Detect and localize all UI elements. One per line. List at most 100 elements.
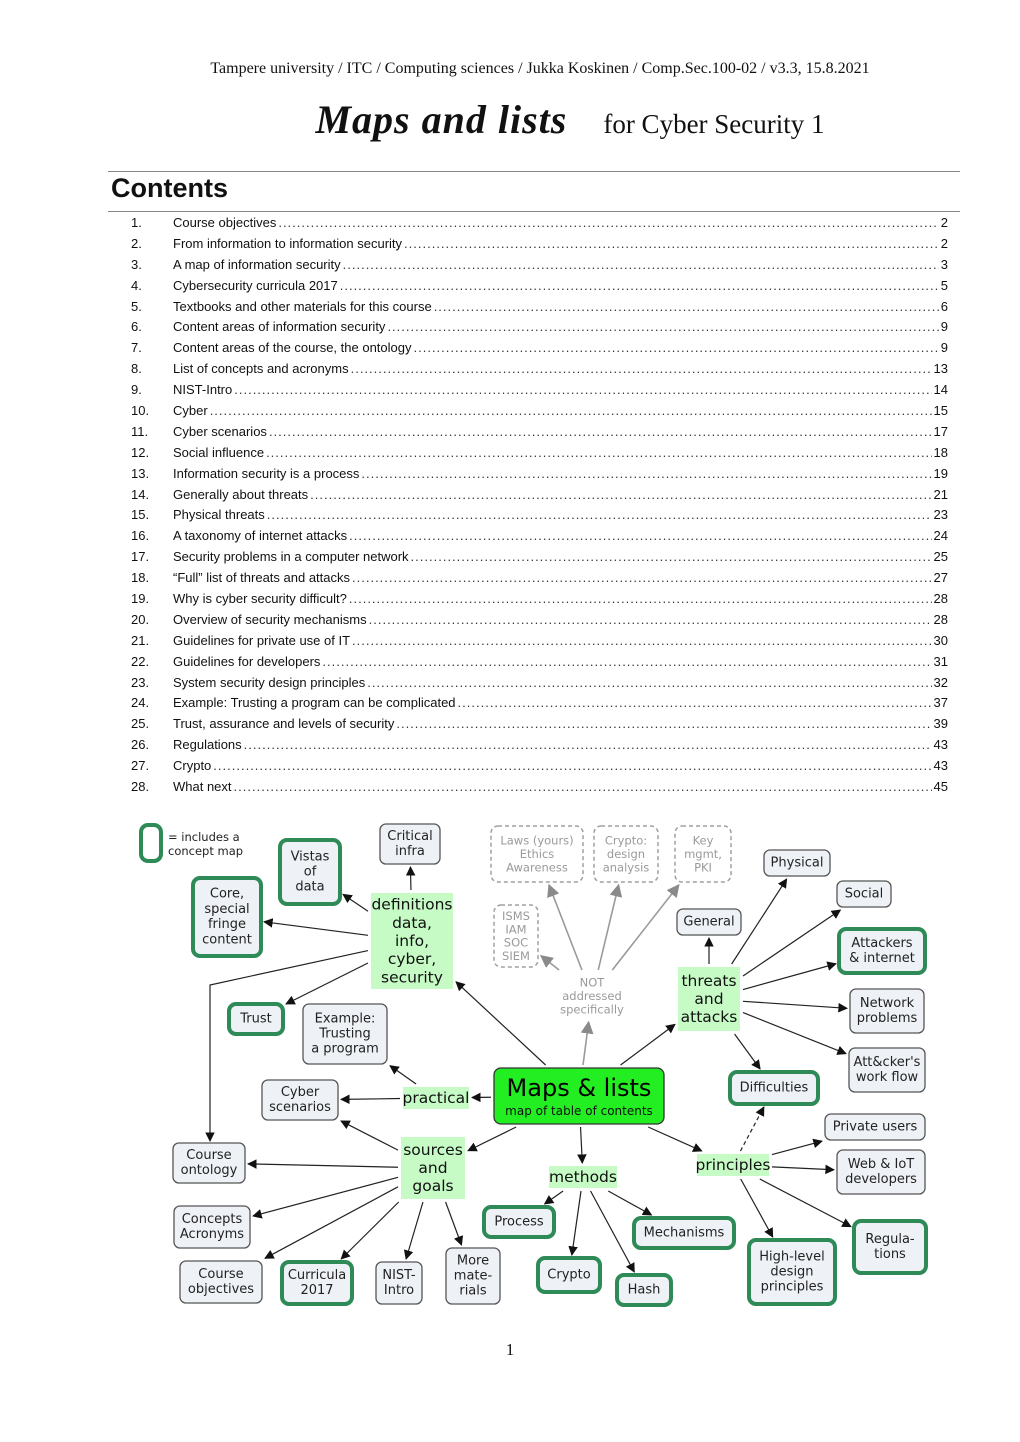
title-subtitle: for Cyber Security 1 <box>603 109 825 139</box>
category-definitions-label: security <box>381 968 443 986</box>
toc-entry[interactable]: 18. “Full” list of threats and attacks 27 <box>131 568 948 589</box>
toc-entry[interactable]: 24. Example: Trusting a program can be co… <box>131 693 948 714</box>
map-node-ontology[interactable]: Courseontology <box>172 1142 246 1184</box>
map-node-mechanisms[interactable]: Mechanisms <box>632 1216 736 1250</box>
toc-entry-page: 5 <box>940 277 948 293</box>
category-threats[interactable]: threatsandattacks <box>678 967 740 1031</box>
toc-entry-page: 18 <box>933 444 948 460</box>
toc-entry[interactable]: 14. Generally about threats 21 <box>131 485 948 506</box>
map-node-cryptoda[interactable]: Crypto:designanalysis <box>593 825 659 883</box>
toc-leader-dots <box>361 464 931 485</box>
toc-entry[interactable]: 19. Why is cyber security difficult? 28 <box>131 589 948 610</box>
category-definitions-label: info, <box>395 932 429 950</box>
category-practical[interactable]: practical <box>403 1087 470 1109</box>
map-node-difficulties[interactable]: Difficulties <box>728 1070 820 1106</box>
edge-sources-ontology <box>247 1159 399 1169</box>
map-node-curricula[interactable]: Curricula2017 <box>280 1260 354 1306</box>
toc-entry[interactable]: 22. Guidelines for developers 31 <box>131 652 948 673</box>
toc-entry[interactable]: 3. A map of information security 3 <box>131 255 948 276</box>
map-node-webiot[interactable]: Web & IoTdevelopers <box>836 1149 926 1195</box>
edge-methods-mechanisms <box>607 1190 653 1216</box>
edge-principles-webiot <box>771 1164 835 1175</box>
map-node-crypto[interactable]: Crypto <box>536 1256 602 1294</box>
toc-entry[interactable]: 13. Information security is a process 19 <box>131 464 948 485</box>
map-node-attackers[interactable]: Attackers& internet <box>837 927 927 975</box>
toc-entry[interactable]: 5. Textbooks and other materials for this… <box>131 297 948 318</box>
map-node-more-label: rials <box>459 1284 487 1299</box>
toc-entry-number: 4. <box>131 277 142 293</box>
map-node-scenarios[interactable]: Cyberscenarios <box>261 1079 339 1121</box>
map-node-objectives[interactable]: Courseobjectives <box>179 1260 263 1304</box>
toc-entry[interactable]: 20. Overview of security mechanisms 28 <box>131 610 948 631</box>
map-node-trust[interactable]: Trust <box>227 1002 285 1036</box>
category-principles[interactable]: principles <box>696 1154 771 1176</box>
map-node-social[interactable]: Social <box>836 880 892 908</box>
map-node-isms[interactable]: ISMSIAMSOCSIEM <box>493 904 539 968</box>
map-node-private[interactable]: Private users <box>824 1113 926 1141</box>
root-node[interactable]: Maps & lists map of table of contents <box>493 1067 665 1125</box>
toc-entry[interactable]: 16. A taxonomy of internet attacks 24 <box>131 526 948 547</box>
toc-entry[interactable]: 4. Cybersecurity curricula 2017 5 <box>131 276 948 297</box>
toc-entry[interactable]: 12. Social influence 18 <box>131 443 948 464</box>
toc-entry-label: Trust, assurance and levels of security <box>173 716 395 732</box>
map-node-regulations[interactable]: Regula-tions <box>852 1219 928 1275</box>
toc-entry-page: 27 <box>933 570 948 586</box>
toc-entry[interactable]: 7. Content areas of the course, the ontol… <box>131 338 948 359</box>
toc-entry-page: 15 <box>933 403 948 419</box>
edge-threats-workflow <box>742 1012 847 1055</box>
edge-threats-difficulties <box>734 1033 761 1070</box>
map-node-example-label: a program <box>311 1042 379 1057</box>
toc-entry-label: Security problems in a computer network <box>173 549 409 565</box>
category-not_addressed[interactable]: NOTaddressedspecifically <box>557 973 627 1019</box>
toc-entry-number: 14. <box>131 486 150 502</box>
toc-entry[interactable]: 17. Security problems in a computer netwo… <box>131 547 948 568</box>
legend-swatch <box>139 823 163 863</box>
map-node-physical[interactable]: Physical <box>763 849 831 877</box>
toc-entry[interactable]: 23. System security design principles 32 <box>131 673 948 694</box>
toc-entry[interactable]: 8. List of concepts and acronyms 13 <box>131 359 948 380</box>
map-node-scenarios-label: Cyber <box>281 1085 320 1100</box>
concept-map: definitionsdata,info,cyber,security threa… <box>139 823 928 1307</box>
map-node-process[interactable]: Process <box>482 1205 556 1239</box>
map-node-keymgmt[interactable]: Keymgmt,PKI <box>674 825 732 883</box>
map-node-vistas[interactable]: Vistasofdata <box>278 838 342 906</box>
map-node-highlevel[interactable]: High-leveldesignprinciples <box>747 1238 837 1306</box>
toc-entry[interactable]: 25. Trust, assurance and levels of securi… <box>131 714 948 735</box>
map-node-concepts[interactable]: ConceptsAcronyms <box>173 1205 251 1249</box>
toc-entry[interactable]: 28. What next 45 <box>131 777 948 798</box>
map-node-nist[interactable]: NIST-Intro <box>375 1261 423 1305</box>
toc-entry-number: 21. <box>131 632 150 648</box>
toc-entry[interactable]: 11. Cyber scenarios 17 <box>131 422 948 443</box>
map-node-example[interactable]: Example:Trustinga program <box>302 1003 388 1065</box>
category-definitions[interactable]: definitionsdata,info,cyber,security <box>371 893 453 989</box>
map-node-laws[interactable]: Laws (yours)EthicsAwareness <box>490 825 584 883</box>
toc-entry-label: What next <box>173 779 232 795</box>
map-node-more[interactable]: Moremate-rials <box>445 1247 501 1305</box>
title-main: Maps and lists <box>315 97 568 142</box>
category-methods[interactable]: methods <box>549 1166 617 1188</box>
toc-entry[interactable]: 26. Regulations 43 <box>131 735 948 756</box>
toc-entry[interactable]: 21. Guidelines for private use of IT 30 <box>131 631 948 652</box>
toc-entry-number: 10. <box>131 403 150 419</box>
toc-entry-number: 16. <box>131 528 150 544</box>
map-node-general[interactable]: General <box>676 908 742 936</box>
toc-entry[interactable]: 15. Physical threats 23 <box>131 505 948 526</box>
map-node-highlevel-label: High-level <box>759 1249 824 1264</box>
toc-entry[interactable]: 9. NIST-Intro 14 <box>131 380 948 401</box>
map-node-network[interactable]: Networkproblems <box>849 988 925 1034</box>
toc-entry-page: 45 <box>933 779 948 795</box>
toc-entry-number: 26. <box>131 737 150 753</box>
toc-entry[interactable]: 1. Course objectives 2 <box>131 213 948 234</box>
category-sources[interactable]: sourcesandgoals <box>401 1137 465 1199</box>
map-node-critical[interactable]: Criticalinfra <box>379 823 441 865</box>
toc-entry[interactable]: 10. Cyber 15 <box>131 401 948 422</box>
edge-threats-network <box>742 1000 848 1013</box>
toc-entry[interactable]: 2. From information to information securi… <box>131 234 948 255</box>
map-node-core[interactable]: Core,specialfringecontent <box>191 876 263 958</box>
map-node-workflow[interactable]: Att&cker'swork flow <box>848 1047 926 1093</box>
toc-leader-dots <box>267 505 932 526</box>
toc-entry[interactable]: 27. Crypto 43 <box>131 756 948 777</box>
category-practical-label: practical <box>403 1089 470 1107</box>
map-node-hash[interactable]: Hash <box>615 1273 673 1307</box>
toc-entry[interactable]: 6. Content areas of information security 9 <box>131 317 948 338</box>
